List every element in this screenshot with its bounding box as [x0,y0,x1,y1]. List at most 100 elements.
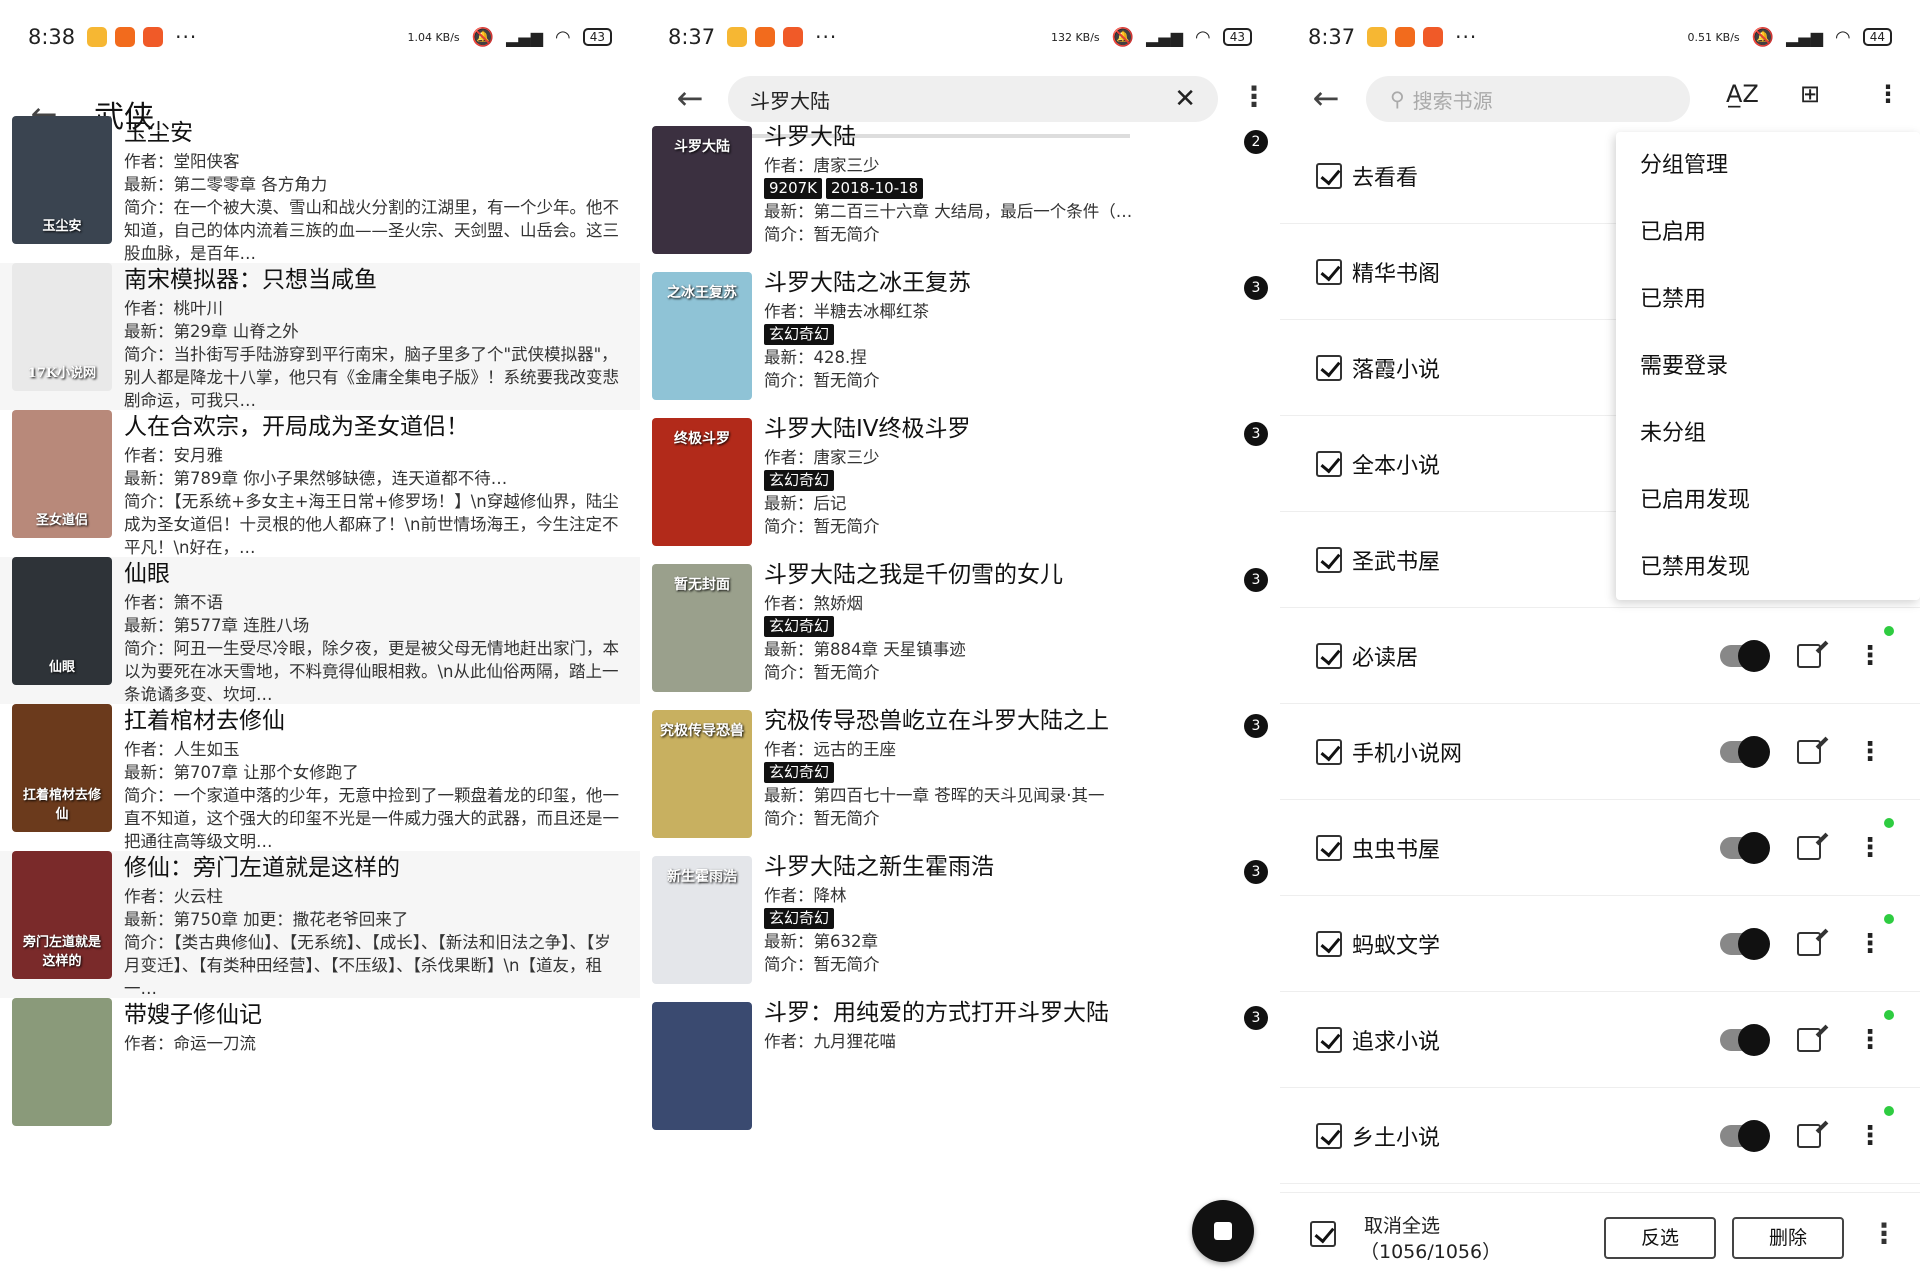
menu-item[interactable]: 已启用发现 [1616,467,1920,534]
source-checkbox[interactable] [1316,834,1342,861]
source-row[interactable]: 追求小说 ⋮ [1280,992,1920,1088]
list-item[interactable]: 圣女道侣 人在合欢宗，开局成为圣女道侣！ 作者：安月雅 最新：第789章 你小子果然够… [0,410,640,557]
edit-icon[interactable] [1797,739,1821,764]
source-enable-toggle[interactable] [1720,735,1770,768]
menu-item[interactable]: 已禁用 [1616,266,1920,333]
tag-badge: 玄幻奇幻 [764,470,835,491]
select-all-label[interactable]: 取消全选 [1364,1211,1440,1238]
group-icon[interactable]: ⊞ [1800,80,1820,108]
list-item[interactable]: 究极传导恐兽 究极传导恐兽屹立在斗罗大陆之上 作者：远古的王座 玄幻奇幻 最新：第四百七… [640,704,1280,850]
delete-button[interactable]: 删除 [1732,1217,1844,1259]
book-author: 作者：命运一刀流 [124,1034,256,1053]
list-item[interactable]: 带嫂子修仙记 作者：命运一刀流 [0,998,640,1145]
wifi-icon: ◠ [1835,26,1851,48]
more-menu-icon[interactable]: ⋮ [1876,80,1900,108]
source-checkbox[interactable] [1316,354,1342,381]
list-item[interactable]: 17K小说网 南宋模拟器：只想当咸鱼 作者：桃叶川 最新：第29章 山脊之外 简介：当扑… [0,263,640,410]
row-more-icon[interactable]: ⋮ [1857,835,1883,861]
edit-icon[interactable] [1797,1123,1821,1148]
back-arrow-icon[interactable]: ← [670,78,710,118]
edit-icon[interactable] [1797,931,1821,956]
notification-icon [143,27,164,47]
battery-icon: 43 [582,28,612,46]
cover-title: 仙眼 [48,660,75,675]
row-more-icon[interactable]: ⋮ [1857,643,1883,669]
source-enable-toggle[interactable] [1720,639,1770,672]
source-row[interactable]: 蚂蚁文学 ⋮ [1280,896,1920,992]
source-checkbox[interactable] [1316,450,1342,477]
book-latest: 最新：第789章 你小子果然够缺德，连天道都不待… [124,469,508,488]
select-all-checkbox[interactable] [1310,1221,1336,1247]
source-name: 圣武书屋 [1352,549,1441,575]
book-cover [12,998,112,1126]
book-cover: 新生霍雨浩 [652,856,752,984]
menu-item[interactable]: 未分组 [1616,400,1920,467]
source-name: 必读居 [1352,645,1419,671]
menu-item[interactable]: 需要登录 [1616,333,1920,400]
edit-icon[interactable] [1797,643,1821,668]
book-title: 斗罗大陆IV终极斗罗 [764,416,971,442]
source-row[interactable]: 虫虫书屋 ⋮ [1280,800,1920,896]
source-enable-toggle[interactable] [1720,1119,1770,1152]
list-item[interactable]: 扛着棺材去修仙 扛着棺材去修仙 作者：人生如玉 最新：第707章 让那个女修跑了 简介：… [0,704,640,851]
source-row[interactable]: 手机小说网 ⋮ [1280,704,1920,800]
source-enable-toggle[interactable] [1720,927,1770,960]
list-item[interactable]: 终极斗罗 斗罗大陆IV终极斗罗 作者：唐家三少 玄幻奇幻 最新：后记 简介：暂无简介 3 [640,412,1280,558]
source-enable-toggle[interactable] [1720,1023,1770,1056]
more-actions-icon[interactable]: ⋮ [1870,1217,1898,1250]
source-row[interactable]: 必读居 ⋮ [1280,608,1920,704]
book-author: 作者：半糖去冰椰红茶 [764,302,929,321]
book-info: 究极传导恐兽屹立在斗罗大陆之上 作者：远古的王座 玄幻奇幻 最新：第四百七十一章 苍晖… [764,704,1220,830]
row-more-icon[interactable]: ⋮ [1857,1123,1883,1149]
stop-icon [1214,1222,1232,1240]
menu-item[interactable]: 分组管理 [1616,132,1920,199]
source-row[interactable]: 乡土小说 ⋮ [1280,1088,1920,1184]
more-menu-icon[interactable]: ⋮ [1240,80,1268,113]
edit-icon[interactable] [1797,835,1821,860]
list-item[interactable]: 之冰王复苏 斗罗大陆之冰王复苏 作者：半糖去冰椰红茶 玄幻奇幻 最新：428.捏 简介：暂… [640,266,1280,412]
mi-icon [115,27,136,47]
invert-selection-button[interactable]: 反选 [1604,1217,1716,1259]
source-checkbox[interactable] [1316,1122,1342,1149]
source-count-badge: 3 [1244,714,1268,738]
book-info: 人在合欢宗，开局成为圣女道侣！ 作者：安月雅 最新：第789章 你小子果然够缺德，连… [124,410,626,559]
back-arrow-icon[interactable]: ← [1306,78,1346,118]
list-item[interactable]: 玉尘安 玉尘安 作者：堂阳侠客 最新：第二零零章 各方角力 简介：在一个被大漠、雪山和战… [0,116,640,263]
source-checkbox[interactable] [1316,642,1342,669]
list-item[interactable]: 斗罗：用纯爱的方式打开斗罗大陆 作者：九月狸花喵 3 [640,996,1280,1142]
menu-item[interactable]: 已启用 [1616,199,1920,266]
stop-search-button[interactable] [1192,1200,1254,1262]
list-item[interactable]: 暂无封面 斗罗大陆之我是千仞雪的女儿 作者：煞娇烟 玄幻奇幻 最新：第884章 天星镇事… [640,558,1280,704]
source-checkbox[interactable] [1316,546,1342,573]
tag-badge: 玄幻奇幻 [764,616,835,637]
list-item[interactable]: 仙眼 仙眼 作者：箫不语 最新：第577章 连胜八场 简介：阿丑一生受尽冷眼，除夕夜，更… [0,557,640,704]
tag-badge: 玄幻奇幻 [764,324,835,345]
source-checkbox[interactable] [1316,738,1342,765]
mi-icon [1395,27,1416,47]
row-more-icon[interactable]: ⋮ [1857,1027,1883,1053]
clear-icon[interactable]: ✕ [1174,84,1196,114]
source-enable-toggle[interactable] [1720,831,1770,864]
book-title: 斗罗：用纯爱的方式打开斗罗大陆 [764,1000,1109,1026]
cover-title: 玉尘安 [42,219,82,234]
list-item[interactable]: 斗罗大陆 斗罗大陆 作者：唐家三少 9207K 2018-10-18 最新：第二百三十六章… [640,120,1280,266]
book-cover: 玉尘安 [12,116,112,244]
book-intro: 简介：【类古典修仙】、【无系统】、【成长】、【新法和旧法之争】、【岁月变迁】、【… [124,933,611,998]
sort-az-icon[interactable]: A̲Z [1726,80,1759,108]
list-item[interactable]: 旁门左道就是这样的 修仙：旁门左道就是这样的 作者：火云柱 最新：第750章 加更：撒… [0,851,640,998]
row-more-icon[interactable]: ⋮ [1857,739,1883,765]
book-cover [652,1002,752,1130]
book-intro: 简介：暂无简介 [764,371,880,390]
tag-badge: 玄幻奇幻 [764,762,835,783]
source-checkbox[interactable] [1316,930,1342,957]
list-item[interactable]: 新生霍雨浩 斗罗大陆之新生霍雨浩 作者：降林 玄幻奇幻 最新：第632章 简介：暂无简介 3 [640,850,1280,996]
source-name: 蚂蚁文学 [1352,933,1441,959]
source-search-input[interactable]: ⚲ 搜索书源 [1366,76,1690,122]
source-checkbox[interactable] [1316,258,1342,285]
row-more-icon[interactable]: ⋮ [1857,931,1883,957]
menu-item[interactable]: 已禁用发现 [1616,534,1920,601]
edit-icon[interactable] [1797,1027,1821,1052]
source-checkbox[interactable] [1316,1026,1342,1053]
search-input[interactable]: 斗罗大陆 ✕ [728,76,1218,122]
source-checkbox[interactable] [1316,162,1342,189]
